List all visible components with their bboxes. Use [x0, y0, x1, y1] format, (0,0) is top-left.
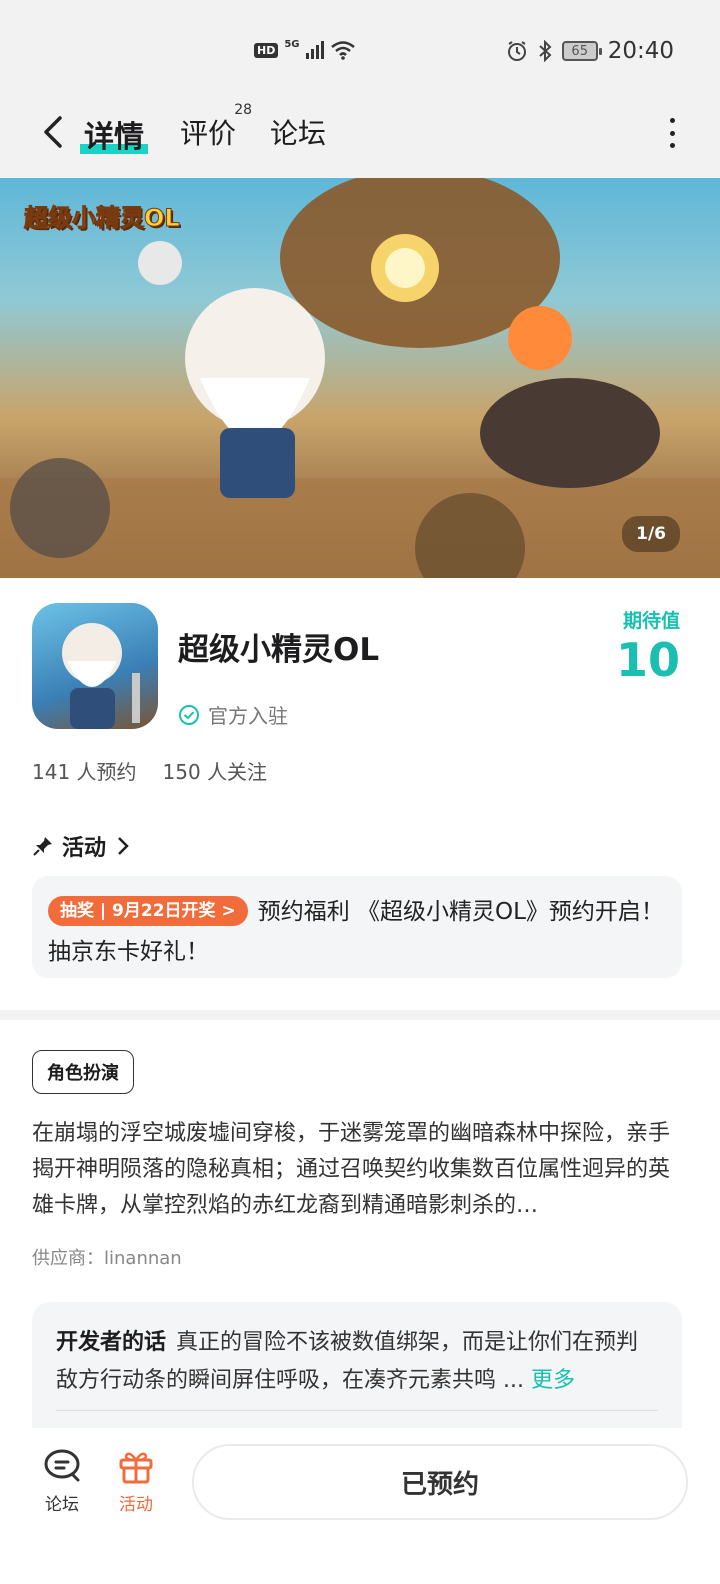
lottery-badge[interactable]: 抽奖 | 9月22日开奖 >: [48, 895, 248, 926]
card-divider: [56, 1410, 658, 1411]
hd-badge: HD: [254, 42, 279, 58]
signal-icon: [305, 41, 324, 59]
forum-chat-icon: [44, 1449, 80, 1482]
genre-tag[interactable]: 角色扮演: [32, 1050, 134, 1094]
carousel-page-indicator: 1/6: [622, 516, 680, 552]
game-icon: [32, 603, 158, 729]
expectation-label: 期待值: [622, 610, 680, 632]
bottom-activity-label: 活动: [119, 1495, 153, 1515]
network-indicators: HD 5G: [254, 38, 356, 60]
follower-count: 150 人关注: [162, 760, 268, 784]
tab-forum-label: 论坛: [270, 117, 327, 150]
bottom-activity-button[interactable]: 活动: [106, 1448, 166, 1515]
gift-icon: [119, 1452, 153, 1484]
official-badge: 官方入驻: [178, 700, 288, 729]
tab-details-label: 详情: [84, 120, 144, 155]
activity-section-header[interactable]: 活动: [32, 830, 132, 862]
system-indicators: 65 20:40: [506, 38, 674, 64]
wifi-icon: [330, 41, 355, 60]
reviews-count-badge: 28: [234, 102, 253, 118]
network-type: 5G: [284, 38, 300, 50]
reservation-count: 141 人预约: [32, 760, 137, 784]
developer-note-more-link[interactable]: 更多: [531, 1368, 575, 1393]
developer-note-label: 开发者的话: [56, 1330, 167, 1355]
supplier-label: 供应商：: [32, 1248, 104, 1269]
bottom-action-bar: 论坛 活动 已预约: [0, 1428, 720, 1584]
clock: 20:40: [607, 38, 674, 64]
tab-reviews[interactable]: 评价 28: [180, 102, 252, 152]
battery-level: 65: [571, 43, 588, 59]
tab-reviews-label: 评价: [180, 117, 237, 150]
screenshot-carousel[interactable]: 超级小精灵OL 1/6: [0, 178, 720, 578]
bottom-forum-label: 论坛: [45, 1495, 79, 1515]
chevron-right-icon: [118, 837, 129, 855]
top-nav: 详情 评价 28 论坛: [0, 100, 720, 178]
banner-artwork: [0, 178, 720, 578]
official-label: 官方入驻: [208, 704, 288, 728]
tab-forum[interactable]: 论坛: [270, 112, 326, 152]
verified-check-icon: [179, 704, 199, 725]
section-divider: [0, 1010, 720, 1020]
more-options-icon[interactable]: [668, 118, 676, 148]
supplier-info: 供应商：linannan: [32, 1244, 182, 1270]
activity-header-label: 活动: [62, 836, 107, 861]
supplier-name: linannan: [104, 1248, 182, 1269]
bluetooth-icon: [539, 40, 552, 62]
tab-details[interactable]: 详情: [80, 112, 148, 156]
game-stats: 141 人预约 150 人关注: [32, 756, 267, 785]
back-arrow-icon[interactable]: [36, 112, 76, 152]
expectation-value: 10: [615, 633, 680, 687]
banner-game-logo: 超级小精灵OL: [24, 204, 181, 233]
reserved-button[interactable]: 已预约: [192, 1444, 688, 1520]
battery-icon: 65: [561, 41, 602, 61]
activity-card[interactable]: 抽奖 | 9月22日开奖 > 预约福利 《超级小精灵OL》预约开启！抽京东卡好礼！: [32, 876, 682, 978]
game-description[interactable]: 在崩塌的浮空城废墟间穿梭，于迷雾笼罩的幽暗森林中探险，亲手揭开神明陨落的隐秘真相…: [32, 1116, 682, 1224]
expectation-score: 期待值 10: [616, 606, 680, 683]
pin-icon: [33, 837, 52, 856]
status-bar: HD 5G 65 20:40: [0, 0, 720, 100]
alarm-icon: [507, 41, 526, 61]
bottom-forum-button[interactable]: 论坛: [32, 1448, 92, 1515]
game-title: 超级小精灵OL: [178, 632, 380, 668]
